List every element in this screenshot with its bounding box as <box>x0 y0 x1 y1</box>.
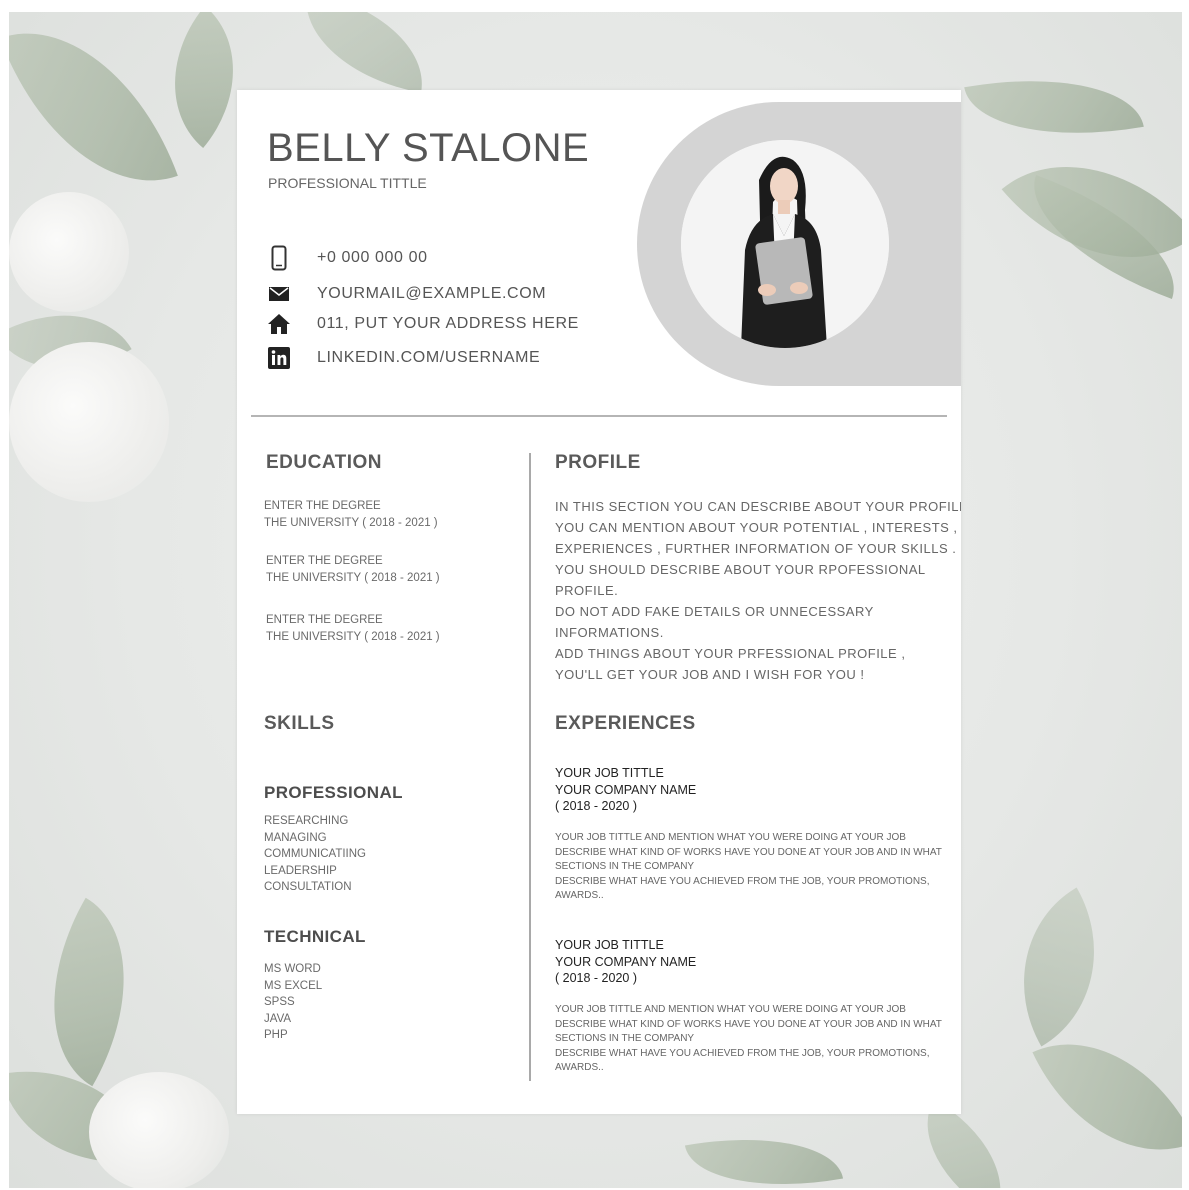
job-desc-line: AWARDS.. <box>555 890 604 901</box>
profile-line: PROFILE. <box>555 583 619 598</box>
header-divider <box>251 415 947 417</box>
job-desc-line: YOUR JOB TITTLE AND MENTION WHAT YOU WER… <box>555 832 906 843</box>
job-desc-line: DESCRIBE WHAT KIND OF WORKS HAVE YOU DON… <box>555 846 942 858</box>
job-desc-line: DESCRIBE WHAT HAVE YOU ACHIEVED FROM THE… <box>555 875 930 887</box>
contact-text: LINKEDIN.COM/USERNAME <box>317 349 541 366</box>
leaf-decoration <box>684 1119 844 1188</box>
contact-email: YOURMAIL@EXAMPLE.COM <box>267 282 627 308</box>
contact-text: YOURMAIL@EXAMPLE.COM <box>317 285 547 302</box>
job-entry-header: YOUR JOB TITTLE YOUR COMPANY NAME ( 2018… <box>555 937 696 987</box>
cotton-decoration <box>89 1072 229 1188</box>
contact-linkedin: LINKEDIN.COM/USERNAME <box>267 346 627 372</box>
job-description: YOUR JOB TITTLE AND MENTION WHAT YOU WER… <box>555 1003 942 1076</box>
skills-heading: SKILLS <box>264 713 335 734</box>
resume-page: BELLY STALONE PROFESSIONAL TITTLE +0 000… <box>237 90 961 1114</box>
skill-item: MANAGING <box>264 831 327 844</box>
company-name: YOUR COMPANY NAME <box>555 782 697 797</box>
linkedin-icon <box>267 346 291 370</box>
leaf-decoration <box>981 887 1137 1047</box>
profile-line: DO NOT ADD FAKE DETAILS OR UNNECESSARY <box>555 604 874 619</box>
technical-skills-list: MS WORD MS EXCEL SPSS JAVA PHP <box>264 961 322 1044</box>
job-entry-header: YOUR JOB TITTLE YOUR COMPANY NAME ( 2018… <box>555 765 696 815</box>
profile-line: INFORMATIONS. <box>555 625 664 640</box>
degree-text: ENTER THE DEGREE <box>266 555 383 567</box>
professional-skills-heading: PROFESSIONAL <box>264 783 403 802</box>
experiences-heading: EXPERIENCES <box>555 713 696 734</box>
professional-title: PROFESSIONAL TITTLE <box>268 175 427 191</box>
profile-line: ADD THINGS ABOUT YOUR PRFESSIONAL PROFIL… <box>555 646 906 661</box>
job-desc-line: AWARDS.. <box>555 1062 604 1073</box>
skill-item: JAVA <box>264 1012 292 1025</box>
portrait-illustration <box>681 140 889 348</box>
education-entry: ENTER THE DEGREE THE UNIVERSITY ( 2018 -… <box>266 553 440 586</box>
university-text: THE UNIVERSITY ( 2018 - 2021 ) <box>266 630 440 643</box>
job-desc-line: SECTIONS IN THE COMPANY <box>555 1033 695 1044</box>
job-title: YOUR JOB TITTLE <box>555 938 664 952</box>
job-desc-line: DESCRIBE WHAT KIND OF WORKS HAVE YOU DON… <box>555 1018 942 1030</box>
leaf-decoration <box>9 12 178 217</box>
resume-name: BELLY STALONE <box>267 126 590 170</box>
job-title: YOUR JOB TITTLE <box>555 766 664 780</box>
leaf-decoration <box>964 57 1144 157</box>
job-desc-line: SECTIONS IN THE COMPANY <box>555 861 695 872</box>
job-desc-line: DESCRIBE WHAT HAVE YOU ACHIEVED FROM THE… <box>555 1047 930 1059</box>
job-description: YOUR JOB TITTLE AND MENTION WHAT YOU WER… <box>555 831 942 904</box>
skill-item: MS EXCEL <box>264 979 323 992</box>
skill-item: PHP <box>264 1029 288 1041</box>
column-divider <box>529 453 531 1081</box>
cotton-decoration <box>9 342 169 502</box>
profile-line: EXPERIENCES , FURTHER INFORMATION OF YOU… <box>555 541 957 556</box>
profile-line: IN THIS SECTION YOU CAN DESCRIBE ABOUT Y… <box>555 499 961 514</box>
skill-item: CONSULTATION <box>264 881 352 893</box>
job-years: ( 2018 - 2020 ) <box>555 799 637 813</box>
profile-line: YOU'LL GET YOUR JOB AND I WISH FOR YOU ! <box>555 667 865 682</box>
skill-item: LEADERSHIP <box>264 864 337 877</box>
profile-line: YOU SHOULD DESCRIBE ABOUT YOUR RPOFESSIO… <box>555 562 926 577</box>
skill-item: COMMUNICATIING <box>264 848 367 860</box>
education-heading: EDUCATION <box>266 452 383 473</box>
skill-item: RESEARCHING <box>264 815 349 827</box>
phone-icon <box>267 245 291 271</box>
job-desc-line: YOUR JOB TITTLE AND MENTION WHAT YOU WER… <box>555 1004 906 1015</box>
contact-address: 011, PUT YOUR ADDRESS HERE <box>267 312 627 338</box>
company-name: YOUR COMPANY NAME <box>555 954 697 969</box>
university-text: THE UNIVERSITY ( 2018 - 2021 ) <box>264 516 438 529</box>
leaf-decoration <box>293 12 435 93</box>
leaf-decoration <box>9 897 173 1087</box>
degree-text: ENTER THE DEGREE <box>264 500 381 512</box>
home-icon <box>267 312 291 336</box>
cotton-decoration <box>9 192 129 312</box>
job-years: ( 2018 - 2020 ) <box>555 971 637 985</box>
contact-phone: +0 000 000 00 <box>267 245 627 272</box>
profile-photo <box>681 140 889 348</box>
skill-item: MS WORD <box>264 963 321 975</box>
technical-skills-heading: TECHNICAL <box>264 927 366 946</box>
university-text: THE UNIVERSITY ( 2018 - 2021 ) <box>266 571 440 584</box>
profile-line: YOU CAN MENTION ABOUT YOUR POTENTIAL , I… <box>555 520 958 535</box>
professional-skills-list: RESEARCHING MANAGING COMMUNICATIING LEAD… <box>264 813 366 896</box>
mail-icon <box>267 282 291 306</box>
degree-text: ENTER THE DEGREE <box>266 614 383 626</box>
contact-text: +0 000 000 00 <box>317 249 428 266</box>
education-entry: ENTER THE DEGREE THE UNIVERSITY ( 2018 -… <box>264 498 438 531</box>
skill-item: SPSS <box>264 996 295 1008</box>
profile-heading: PROFILE <box>555 452 641 473</box>
contact-text: 011, PUT YOUR ADDRESS HERE <box>317 315 579 332</box>
education-entry: ENTER THE DEGREE THE UNIVERSITY ( 2018 -… <box>266 612 440 645</box>
